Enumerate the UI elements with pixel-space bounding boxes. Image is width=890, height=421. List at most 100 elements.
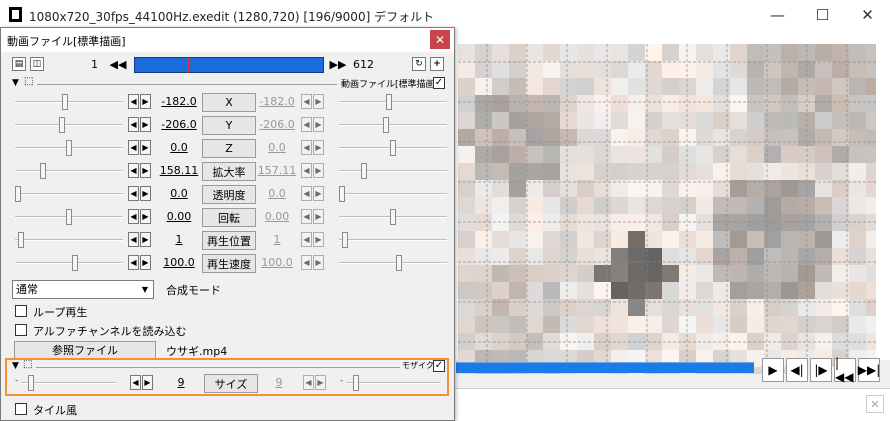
param-slider-end[interactable] [339,161,447,181]
mosaic-size-slider-end[interactable] [346,373,441,393]
decrement-button[interactable]: ◀ [301,209,312,224]
param-label-button[interactable]: 再生速度 [202,254,256,273]
seekbar[interactable] [456,362,754,373]
decrement-button[interactable]: ◀ [301,117,312,132]
reference-file-button[interactable]: 参照ファイル [14,341,156,359]
param-label-button[interactable]: X [202,93,256,112]
param-label-button[interactable]: 回転 [202,208,256,227]
increment-button[interactable]: ▶ [315,375,326,390]
param-slider-start[interactable] [15,207,123,227]
camera-icon[interactable]: ◫ [30,57,44,71]
increment-button[interactable]: ▶ [313,163,324,178]
param-start-value[interactable]: -182.0 [157,95,201,108]
decrement-button[interactable]: ◀ [301,255,312,270]
decrement-button[interactable]: ◀ [128,232,139,247]
param-slider-end[interactable] [339,207,447,227]
frame-forward-icon[interactable]: ▶▶ [330,57,347,72]
param-start-value[interactable]: 1 [157,233,201,246]
param-end-value[interactable]: 0.0 [255,187,299,200]
alpha-checkbox[interactable] [15,324,27,336]
increment-button[interactable]: ▶ [313,140,324,155]
param-label-button[interactable]: Z [202,139,256,158]
decrement-button[interactable]: ◀ [301,186,312,201]
panel-close-icon[interactable]: ✕ [866,395,884,413]
param-slider-start[interactable] [15,115,123,135]
param-start-value[interactable]: 0.0 [157,187,201,200]
decrement-button[interactable]: ◀ [128,255,139,270]
param-label-button[interactable]: 透明度 [202,185,256,204]
param-slider-end[interactable] [339,230,447,250]
close-button[interactable]: ✕ [845,0,890,30]
param-start-value[interactable]: -206.0 [157,118,201,131]
add-filter-icon[interactable]: + [430,57,444,71]
increment-button[interactable]: ▶ [140,117,151,132]
mosaic-size-button[interactable]: サイズ [204,374,258,393]
param-slider-end[interactable] [339,253,447,273]
prev-frame-button[interactable]: ◀| [786,358,808,382]
param-start-value[interactable]: 0.0 [157,141,201,154]
decrement-button[interactable]: ◀ [128,186,139,201]
go-end-button[interactable]: ▶▶| [858,358,880,382]
param-slider-end[interactable] [339,138,447,158]
mosaic-size-slider-start[interactable] [21,373,116,393]
increment-button[interactable]: ▶ [142,375,153,390]
param-end-value[interactable]: -206.0 [255,118,299,131]
loop-checkbox[interactable] [15,305,27,317]
mosaic-enable-checkbox[interactable]: ✓ [433,360,445,372]
param-slider-start[interactable] [15,92,123,112]
param-slider-end[interactable] [339,92,447,112]
param-slider-start[interactable] [15,253,123,273]
dialog-close-button[interactable]: ✕ [430,30,450,49]
layer-icon[interactable]: ▤ [12,57,26,71]
decrement-button[interactable]: ◀ [128,140,139,155]
increment-button[interactable]: ▶ [140,140,151,155]
increment-button[interactable]: ▶ [140,94,151,109]
collapse-icon[interactable]: ▼ [12,78,19,88]
param-end-value[interactable]: -182.0 [255,95,299,108]
decrement-button[interactable]: ◀ [301,163,312,178]
decrement-button[interactable]: ◀ [128,209,139,224]
param-end-value[interactable]: 0.0 [255,141,299,154]
decrement-button[interactable]: ◀ [301,232,312,247]
mosaic-size-end-value[interactable]: 9 [257,376,301,389]
increment-button[interactable]: ▶ [313,94,324,109]
increment-button[interactable]: ▶ [313,186,324,201]
param-label-button[interactable]: Y [202,116,256,135]
mosaic-collapse-icon[interactable]: ▼ [12,361,19,371]
param-start-value[interactable]: 0.00 [157,210,201,223]
param-slider-start[interactable] [15,161,123,181]
param-start-value[interactable]: 100.0 [157,256,201,269]
decrement-button[interactable]: ◀ [301,94,312,109]
increment-button[interactable]: ▶ [313,209,324,224]
param-slider-end[interactable] [339,184,447,204]
param-end-value[interactable]: 1 [255,233,299,246]
play-button[interactable]: ▶ [762,358,784,382]
decrement-button[interactable]: ◀ [128,117,139,132]
param-label-button[interactable]: 拡大率 [202,162,256,181]
maximize-button[interactable]: ☐ [800,0,845,30]
decrement-button[interactable]: ◀ [128,163,139,178]
preview-image[interactable] [458,44,876,374]
param-slider-start[interactable] [15,184,123,204]
increment-button[interactable]: ▶ [313,117,324,132]
increment-button[interactable]: ▶ [313,255,324,270]
param-slider-start[interactable] [15,230,123,250]
param-end-value[interactable]: 0.00 [255,210,299,223]
undo-icon[interactable]: ↻ [412,57,426,71]
decrement-button[interactable]: ◀ [303,375,314,390]
decrement-button[interactable]: ◀ [301,140,312,155]
param-start-value[interactable]: 158.11 [157,164,201,177]
decrement-button[interactable]: ◀ [130,375,141,390]
increment-button[interactable]: ▶ [140,186,151,201]
object-enable-checkbox[interactable]: ✓ [433,77,445,89]
next-frame-button[interactable]: |▶ [810,358,832,382]
tile-checkbox[interactable] [15,403,27,415]
param-label-button[interactable]: 再生位置 [202,231,256,250]
frame-range-bar[interactable] [134,57,324,73]
increment-button[interactable]: ▶ [140,209,151,224]
increment-button[interactable]: ▶ [140,255,151,270]
increment-button[interactable]: ▶ [140,232,151,247]
increment-button[interactable]: ▶ [140,163,151,178]
param-slider-end[interactable] [339,115,447,135]
frame-back-icon[interactable]: ◀◀ [110,57,127,72]
